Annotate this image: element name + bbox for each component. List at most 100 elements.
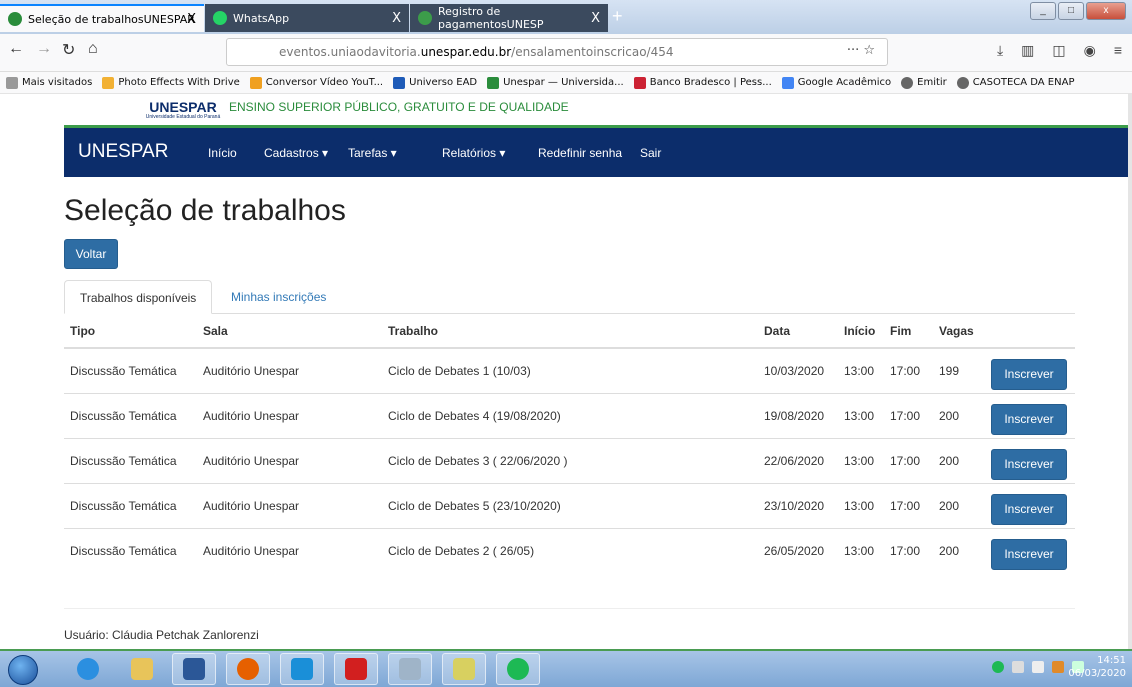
cell-vagas: 200 [933,482,985,528]
photo-icon [102,76,115,89]
ead-icon [393,76,406,89]
cell-vagas: 200 [933,527,985,573]
cell-trabalho: Ciclo de Debates 5 (23/10/2020) [382,482,758,528]
nav-relatorios[interactable]: Relatórios ▾ [442,146,505,160]
inscrever-button[interactable]: Inscrever [991,449,1067,480]
nav-cadastros[interactable]: Cadastros ▾ [264,146,328,160]
reload-icon[interactable]: ↻ [62,40,75,60]
col-data: Data [758,314,838,349]
page-scrollbar[interactable] [1128,94,1132,649]
bookmark-item[interactable]: Google Acadêmico [781,76,891,89]
footer-divider [64,608,1075,609]
col-trabalho: Trabalho [382,314,758,349]
menu-icon[interactable]: ≡ [1114,42,1122,59]
bookmark-item[interactable]: Emitir [901,76,947,89]
close-window-button[interactable]: x [1086,2,1126,20]
toolbar-right: ⤓ ▥ ◫ ◉ ≡ [997,42,1122,59]
back-icon[interactable]: ← [8,40,24,58]
new-tab-button[interactable]: + [612,6,623,27]
usb-tray-icon[interactable] [1012,661,1024,673]
bookmark-item[interactable]: Unespar — Universida... [487,76,624,89]
inscrever-button[interactable]: Inscrever [991,404,1067,435]
main-navbar: UNESPAR Início Cadastros ▾ Tarefas ▾ Rel… [64,128,1132,177]
nav-redefinir-senha[interactable]: Redefinir senha [538,146,622,160]
url-bar[interactable]: eventos.uniaodavitoria. unespar.edu.br/en… [226,38,888,66]
file-explorer-icon[interactable] [120,653,164,685]
gear-icon [6,76,18,89]
cell-action: Inscrever [985,437,1075,483]
media-player-icon[interactable] [280,653,324,685]
download-icon[interactable]: ⤓ [997,42,1003,59]
bookmark-item[interactable]: Mais visitados [6,76,92,89]
bookmark-item[interactable]: Universo EAD [393,76,477,89]
cell-inicio: 13:00 [838,392,884,438]
cell-sala: Auditório Unespar [197,392,382,438]
firefox-icon[interactable] [226,653,270,685]
forward-icon[interactable]: → [36,40,52,58]
col-sala: Sala [197,314,382,349]
table-header-row: Tipo Sala Trabalho Data Início Fim Vagas [64,314,1075,349]
cell-tipo: Discussão Temática [64,527,197,573]
bookmark-item[interactable]: Banco Bradesco | Pess... [633,76,772,89]
cell-sala: Auditório Unespar [197,527,382,573]
account-icon[interactable]: ◉ [1084,42,1096,59]
tab-close-icon[interactable]: X [187,12,196,27]
screen: Seleção de trabalhosUNESPAR X WhatsApp X… [0,0,1132,687]
network-alert-icon[interactable] [1052,661,1064,673]
inscrever-button[interactable]: Inscrever [991,359,1067,391]
volume-icon[interactable] [1032,661,1044,673]
spotify-icon[interactable] [496,653,540,685]
nav-sair[interactable]: Sair [640,146,661,160]
home-icon[interactable]: ⌂ [88,40,98,58]
tab-close-icon[interactable]: X [392,11,401,26]
col-action [985,314,1075,349]
unespar-logo[interactable]: UNESPAR Universidade Estadual do Paraná [144,100,222,128]
whatsapp-icon [213,11,227,25]
cell-data: 19/08/2020 [758,392,838,438]
minimize-button[interactable]: _ [1030,2,1056,20]
browser-tab-strip: Seleção de trabalhosUNESPAR X WhatsApp X… [0,0,1132,34]
inscrever-button[interactable]: Inscrever [991,494,1067,525]
cell-fim: 17:00 [884,392,933,438]
col-fim: Fim [884,314,933,349]
content-tabs: Trabalhos disponíveis Minhas inscrições [64,280,1075,314]
spotify-tray-icon[interactable] [992,661,1004,673]
word-icon[interactable] [172,653,216,685]
cell-action: Inscrever [985,392,1075,438]
cell-tipo: Discussão Temática [64,347,197,393]
tab-registro-pagamentos[interactable]: Registro de pagamentosUNESP X [410,4,608,32]
sidebar-icon[interactable]: ◫ [1052,42,1065,59]
cell-inicio: 13:00 [838,527,884,573]
tab-minhas-inscricoes[interactable]: Minhas inscrições [216,280,341,314]
cell-tipo: Discussão Temática [64,482,197,528]
url-host: unespar.edu.br [420,45,512,59]
maximize-button[interactable]: □ [1058,2,1084,20]
tab-selecao-trabalhos[interactable]: Seleção de trabalhosUNESPAR X [0,4,204,32]
start-button[interactable] [8,655,38,685]
tab-trabalhos-disponiveis[interactable]: Trabalhos disponíveis [64,280,213,314]
calculator-icon[interactable] [388,653,432,685]
system-clock[interactable]: 14:51 06/03/2020 [1068,654,1126,680]
cell-data: 23/10/2020 [758,482,838,528]
taskbar-top-line [0,649,1132,651]
cell-action: Inscrever [985,347,1075,393]
voltar-button[interactable]: Voltar [64,239,118,269]
bookmark-item[interactable]: Conversor Vídeo YouT... [249,76,383,89]
nav-inicio[interactable]: Início [208,146,237,160]
table-row: Discussão Temática Auditório Unespar Cic… [64,482,1075,528]
bookmark-item[interactable]: Photo Effects With Drive [102,76,240,89]
cell-sala: Auditório Unespar [197,347,382,393]
cell-action: Inscrever [985,527,1075,573]
inscrever-button[interactable]: Inscrever [991,539,1067,571]
navbar-brand[interactable]: UNESPAR [78,141,168,163]
tab-whatsapp[interactable]: WhatsApp X [205,4,409,32]
table-row: Discussão Temática Auditório Unespar Cic… [64,347,1075,393]
nav-tarefas[interactable]: Tarefas ▾ [348,146,397,160]
library-icon[interactable]: ▥ [1021,42,1034,59]
bookmark-item[interactable]: CASOTECA DA ENAP [956,76,1074,89]
acrobat-icon[interactable] [334,653,378,685]
tab-close-icon[interactable]: X [591,11,600,26]
page-actions-icon[interactable]: ··· ☆ [847,43,875,58]
folder-icon[interactable] [442,653,486,685]
internet-explorer-icon[interactable] [66,653,110,685]
